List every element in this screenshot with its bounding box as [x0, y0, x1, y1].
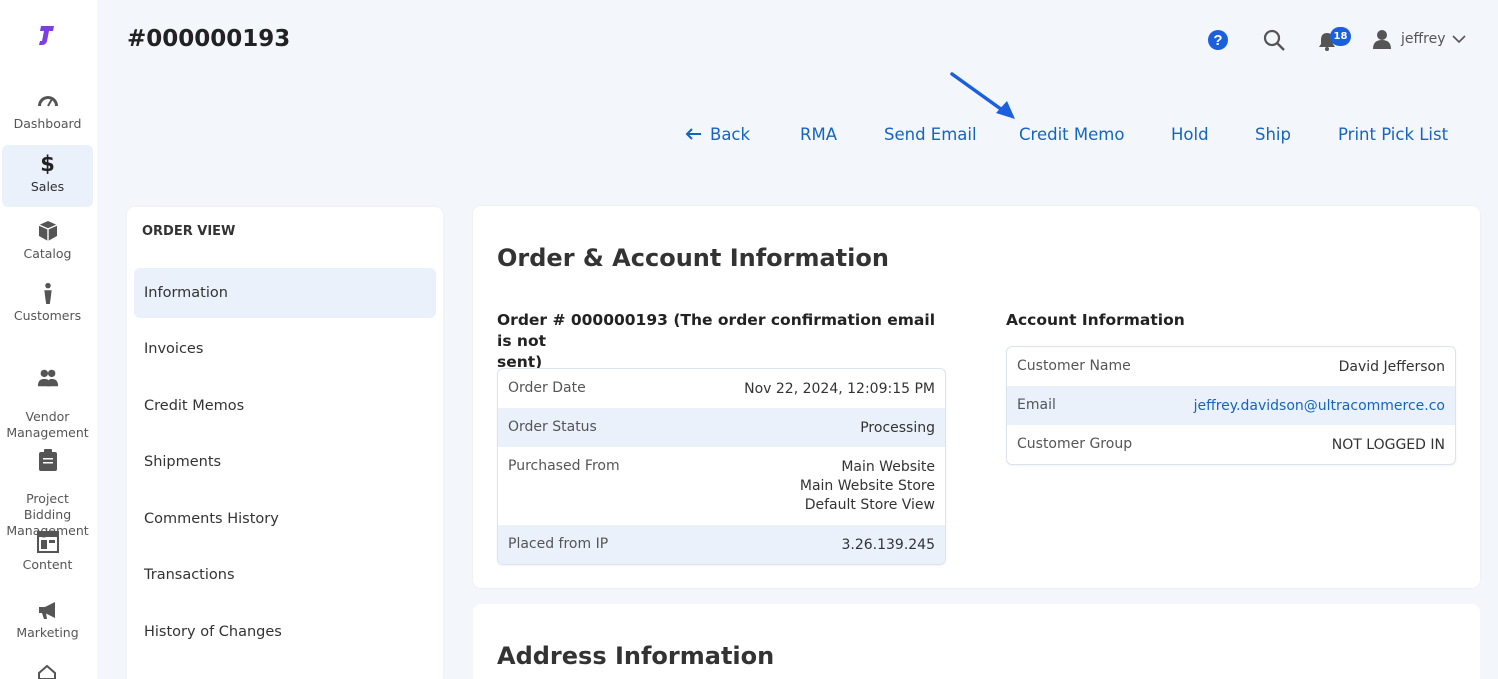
- order-heading: Order # 000000193 (The order confirmatio…: [497, 311, 936, 371]
- user-name[interactable]: jeffrey: [1401, 31, 1446, 47]
- sidebar-item-label: Content: [22, 557, 73, 572]
- rma-button[interactable]: RMA: [800, 125, 837, 144]
- clipboard-icon: [38, 449, 57, 471]
- back-button[interactable]: Back: [685, 125, 750, 144]
- dollar-icon: $: [40, 152, 55, 176]
- brand-logo-icon[interactable]: [36, 24, 58, 48]
- help-icon[interactable]: ?: [1207, 29, 1229, 51]
- print-pick-list-button[interactable]: Print Pick List: [1338, 125, 1448, 144]
- svg-text:?: ?: [1213, 32, 1222, 49]
- sidebar-item-vendor-management[interactable]: Vendor Management: [2, 351, 93, 441]
- tab-information[interactable]: Information: [134, 268, 436, 318]
- table-row: Order Date Nov 22, 2024, 12:09:15 PM: [508, 380, 935, 397]
- table-row: Customer Group NOT LOGGED IN: [1017, 436, 1445, 453]
- dashboard-icon: [37, 96, 58, 107]
- action-bar: Back RMA Send Email Credit Memo Hold Shi…: [0, 125, 1498, 149]
- tab-transactions[interactable]: Transactions: [134, 550, 436, 600]
- page-title: #000000193: [127, 26, 291, 52]
- tab-comments-history[interactable]: Comments History: [134, 494, 436, 544]
- table-row: Placed from IP 3.26.139.245: [498, 525, 945, 564]
- ship-button[interactable]: Ship: [1255, 125, 1291, 144]
- table-row: Email jeffrey.davidson@ultracommerce.co: [1007, 386, 1455, 425]
- customer-email-link[interactable]: jeffrey.davidson@ultracommerce.co: [1194, 397, 1445, 416]
- order-info-table: Order Date Nov 22, 2024, 12:09:15 PM Ord…: [497, 368, 946, 565]
- people-icon: [37, 369, 58, 387]
- order-view-panel: ORDER VIEW Information Invoices Credit M…: [127, 207, 443, 679]
- send-email-button[interactable]: Send Email: [884, 125, 977, 144]
- box-icon: [38, 221, 57, 241]
- user-avatar-icon[interactable]: [1372, 29, 1392, 49]
- layout-icon: [36, 531, 59, 553]
- order-account-card: Order & Account Information Order # 0000…: [473, 206, 1480, 588]
- sidebar-item-content[interactable]: Content: [2, 531, 93, 573]
- stores-icon[interactable]: [37, 665, 57, 679]
- sidebar-item-label: Sales: [30, 179, 65, 194]
- arrow-left-icon: [685, 128, 701, 140]
- sidebar-item-project-bidding[interactable]: Project Bidding Management: [2, 433, 93, 539]
- sidebar: Dashboard $ Sales Catalog Customers Vend…: [0, 0, 97, 679]
- annotation-arrow-icon: [950, 72, 1015, 119]
- address-card: Address Information: [473, 604, 1480, 679]
- notification-badge[interactable]: 18: [1330, 27, 1351, 46]
- megaphone-icon: [38, 602, 55, 619]
- account-info-table: Customer Name David Jefferson Email jeff…: [1006, 346, 1456, 465]
- search-icon[interactable]: [1263, 29, 1286, 52]
- sidebar-item-marketing[interactable]: Marketing: [2, 599, 93, 641]
- sidebar-item-sales[interactable]: $ Sales: [2, 145, 93, 207]
- section-title: Order & Account Information: [497, 244, 889, 272]
- sidebar-item-label: Catalog: [23, 246, 72, 261]
- sidebar-item-customers[interactable]: Customers: [2, 282, 93, 324]
- tab-shipments[interactable]: Shipments: [134, 437, 436, 487]
- table-row: Customer Name David Jefferson: [1017, 358, 1445, 375]
- section-title: Address Information: [497, 642, 775, 670]
- order-view-heading: ORDER VIEW: [142, 224, 236, 239]
- sidebar-item-label: Marketing: [16, 625, 79, 640]
- tab-credit-memos[interactable]: Credit Memos: [134, 381, 436, 431]
- person-icon: [43, 282, 52, 304]
- account-heading: Account Information: [1006, 311, 1185, 329]
- tab-history-of-changes[interactable]: History of Changes: [134, 607, 436, 657]
- hold-button[interactable]: Hold: [1171, 125, 1209, 144]
- credit-memo-button[interactable]: Credit Memo: [1019, 125, 1124, 144]
- table-row: Order Status Processing: [498, 408, 945, 447]
- sidebar-item-catalog[interactable]: Catalog: [2, 220, 93, 262]
- table-row: Purchased From Main Website Main Website…: [508, 458, 935, 513]
- tab-invoices[interactable]: Invoices: [134, 324, 436, 374]
- sidebar-item-label: Customers: [13, 308, 82, 323]
- chevron-down-icon[interactable]: [1452, 34, 1466, 44]
